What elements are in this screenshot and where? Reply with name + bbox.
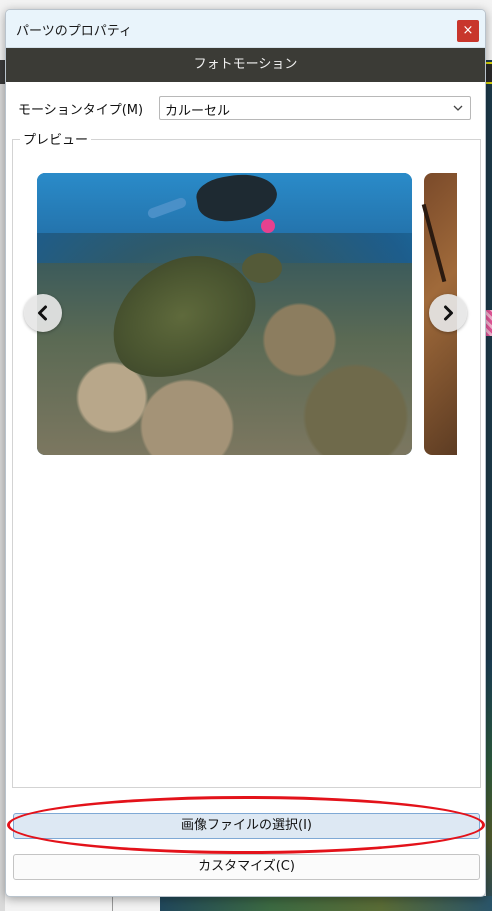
parts-properties-dialog: パーツのプロパティ × フォトモーション モーションタイプ(M) カルーセル プ…	[5, 9, 486, 897]
preview-legend: プレビュー	[20, 129, 92, 148]
dialog-titlebar[interactable]: パーツのプロパティ ×	[6, 10, 485, 48]
motion-type-select[interactable]: カルーセル	[159, 96, 471, 120]
background-photo-strip	[486, 660, 492, 911]
close-button[interactable]: ×	[457, 20, 479, 42]
carousel-photo-turtle	[37, 173, 412, 455]
customize-button[interactable]: カスタマイズ(C)	[13, 854, 480, 880]
photo-turtle-head	[242, 253, 282, 283]
chevron-down-icon	[453, 105, 463, 111]
chevron-left-icon	[38, 305, 47, 321]
dialog-title: パーツのプロパティ	[16, 24, 132, 39]
background-grid-line	[112, 896, 113, 911]
motion-type-label: モーションタイプ(M)	[18, 103, 144, 118]
chevron-right-icon	[444, 305, 453, 321]
close-icon: ×	[462, 23, 474, 38]
background-photo-bottom	[160, 896, 492, 911]
photo-pink-marker	[261, 219, 275, 233]
motion-type-value: カルーセル	[165, 104, 231, 119]
background-pink-element	[486, 310, 492, 336]
select-image-files-button[interactable]: 画像ファイルの選択(I)	[13, 813, 480, 839]
section-header: フォトモーション	[6, 48, 485, 82]
carousel-next-button[interactable]	[429, 294, 467, 332]
carousel-preview	[37, 173, 457, 455]
carousel-prev-button[interactable]	[24, 294, 62, 332]
